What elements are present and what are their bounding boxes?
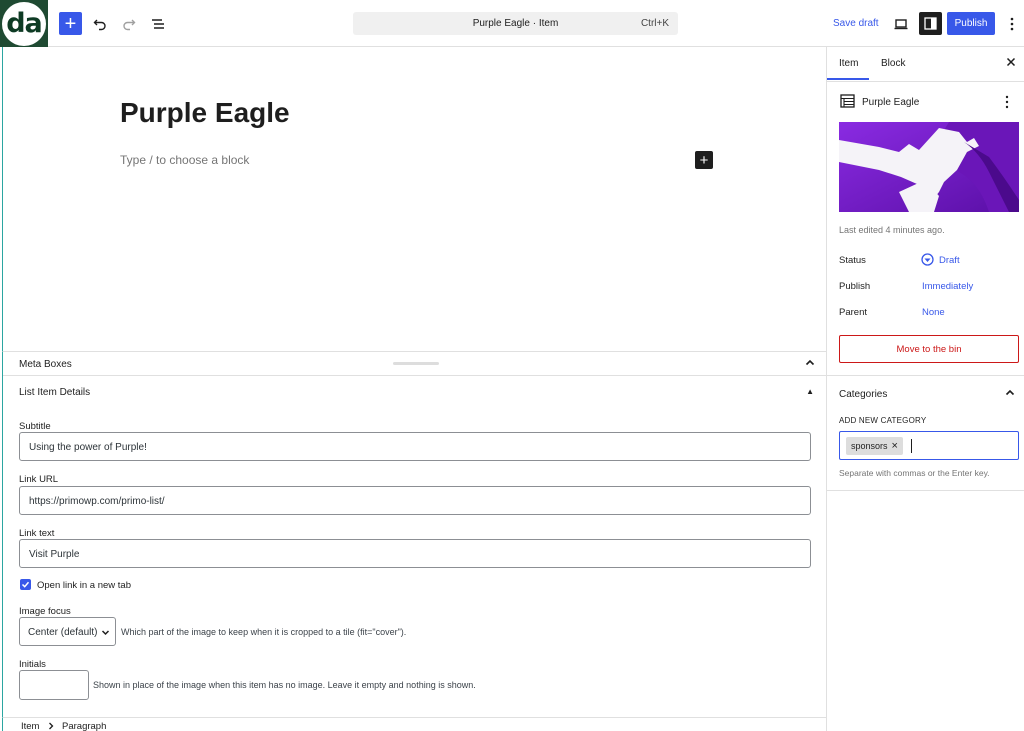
tab-block[interactable]: Block: [881, 58, 905, 69]
editor-canvas: Purple Eagle Type / to choose a block +: [2, 47, 826, 351]
token-label: sponsors: [851, 441, 888, 451]
image-focus-label: Image focus: [19, 606, 71, 617]
preview-button[interactable]: [889, 12, 912, 35]
category-token-input[interactable]: sponsors ×: [839, 431, 1019, 460]
redo-button[interactable]: [117, 12, 140, 35]
move-to-bin-button[interactable]: Move to the bin: [839, 335, 1019, 363]
initials-label: Initials: [19, 659, 46, 670]
redo-icon: [122, 19, 135, 30]
logo-text: da: [2, 1, 46, 46]
link-url-input[interactable]: https://primowp.com/primo-list/: [19, 486, 811, 515]
active-tab-indicator: [827, 78, 869, 80]
checkmark-icon: [21, 581, 30, 588]
meta-boxes-title: Meta Boxes: [19, 359, 72, 370]
block-placeholder[interactable]: Type / to choose a block: [120, 153, 249, 167]
tab-item[interactable]: Item: [839, 58, 858, 69]
categories-panel-title[interactable]: Categories: [839, 389, 887, 400]
draft-status-icon: [921, 253, 934, 266]
triangle-up-icon[interactable]: ▲: [806, 387, 814, 396]
divider: [827, 81, 1024, 82]
meta-boxes-panel: Meta Boxes List Item Details ▲ Subtitle …: [2, 351, 826, 717]
divider: [827, 490, 1024, 491]
site-logo[interactable]: da: [0, 0, 48, 47]
parent-value[interactable]: None: [922, 307, 945, 318]
document-overview-button[interactable]: [146, 12, 169, 35]
publish-value[interactable]: Immediately: [922, 281, 973, 292]
post-title[interactable]: Purple Eagle: [120, 97, 290, 129]
sidebar-icon: [924, 17, 937, 30]
status-label: Status: [839, 255, 866, 266]
chevron-right-icon: [49, 722, 54, 730]
initials-help: Shown in place of the image when this it…: [93, 680, 476, 690]
link-url-label: Link URL: [19, 474, 59, 485]
status-value[interactable]: Draft: [939, 255, 960, 266]
document-title: Purple Eagle · Item: [472, 18, 559, 29]
divider: [827, 375, 1024, 376]
last-edited-text: Last edited 4 minutes ago.: [839, 225, 945, 235]
eagle-image: [839, 122, 1019, 212]
undo-button[interactable]: [88, 12, 111, 35]
desktop-icon: [894, 18, 907, 29]
top-toolbar: da + Purple Eagle · Item Ctrl+K Save dra…: [0, 0, 1024, 47]
image-focus-value: Center (default): [28, 627, 98, 638]
meta-boxes-header[interactable]: Meta Boxes: [3, 352, 826, 376]
block-inserter-button[interactable]: +: [59, 12, 82, 35]
subtitle-label: Subtitle: [19, 421, 51, 432]
breadcrumb-item[interactable]: Paragraph: [62, 721, 106, 731]
link-text-label: Link text: [19, 528, 55, 539]
subtitle-input[interactable]: Using the power of Purple!: [19, 432, 811, 461]
document-icon: [840, 94, 855, 108]
add-new-category-label: ADD NEW CATEGORY: [839, 416, 927, 425]
image-focus-select[interactable]: Center (default): [19, 617, 116, 646]
meta-box-title: List Item Details: [19, 387, 91, 398]
keyboard-shortcut: Ctrl+K: [640, 18, 669, 29]
options-menu-button[interactable]: [1000, 12, 1023, 35]
featured-image[interactable]: [839, 122, 1019, 212]
document-title-label: Purple Eagle: [862, 97, 920, 108]
chevron-up-icon[interactable]: [804, 357, 816, 369]
plus-icon: +: [699, 151, 709, 169]
initials-input[interactable]: [19, 670, 89, 700]
settings-toggle-button[interactable]: [919, 12, 942, 35]
new-tab-checkbox[interactable]: [20, 579, 31, 590]
chevron-down-icon: [101, 630, 110, 636]
command-palette-bar[interactable]: Purple Eagle · Item Ctrl+K: [353, 12, 678, 35]
remove-token-icon[interactable]: ×: [892, 441, 898, 455]
breadcrumb-item[interactable]: Item: [21, 721, 39, 731]
undo-icon: [93, 19, 106, 30]
more-vertical-icon[interactable]: [1005, 95, 1009, 109]
plus-icon: +: [64, 12, 77, 35]
category-token: sponsors ×: [846, 437, 903, 455]
more-vertical-icon: [1010, 17, 1013, 30]
token-help-text: Separate with commas or the Enter key.: [839, 468, 990, 478]
image-focus-help: Which part of the image to keep when it …: [121, 627, 407, 637]
new-tab-label[interactable]: Open link in a new tab: [37, 580, 131, 591]
list-view-icon: [151, 18, 164, 29]
text-caret: [911, 439, 912, 453]
close-icon[interactable]: [1005, 56, 1017, 68]
publish-label: Publish: [839, 281, 871, 292]
resize-handle[interactable]: [393, 362, 439, 365]
save-draft-button[interactable]: Save draft: [833, 18, 879, 29]
inline-block-inserter[interactable]: +: [695, 151, 713, 169]
settings-sidebar: Item Block Purple Eagle Last edited 4 mi…: [826, 47, 1024, 731]
publish-button[interactable]: Publish: [947, 12, 995, 35]
link-text-input[interactable]: Visit Purple: [19, 539, 811, 568]
chevron-up-icon[interactable]: [1004, 387, 1016, 399]
parent-label: Parent: [839, 307, 867, 318]
breadcrumb: Item Paragraph: [2, 717, 826, 731]
